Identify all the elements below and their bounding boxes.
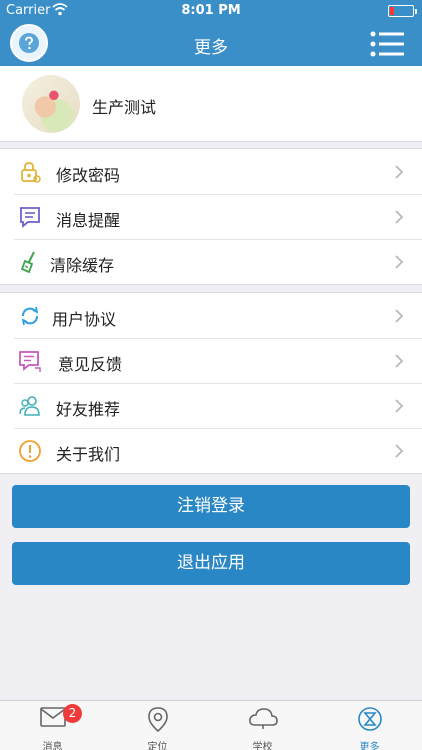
hourglass-icon [357, 707, 382, 731]
chevron-right-icon [395, 165, 404, 179]
clear-cache-item[interactable]: 清除缓存 [0, 239, 422, 284]
user-agreement-label: 用户协议 [52, 310, 117, 329]
tab-location[interactable]: 定位 [105, 701, 210, 750]
refresh-icon [21, 306, 39, 326]
unread-badge: 2 [63, 704, 82, 723]
tab-more[interactable]: 更多 [317, 701, 422, 750]
logout-button[interactable]: 注销登录 [12, 485, 410, 528]
cloud-icon [248, 708, 278, 729]
clock: 8:01 PM [181, 3, 241, 18]
tab-more-label: 更多 [359, 742, 380, 750]
chevron-right-icon [395, 309, 404, 323]
recommend-friends-label: 好友推荐 [56, 400, 121, 419]
exit-app-button[interactable]: 退出应用 [12, 542, 410, 585]
change-password-item[interactable]: 修改密码 [0, 149, 422, 194]
feedback-icon [19, 351, 41, 372]
change-password-label: 修改密码 [56, 166, 121, 185]
chevron-right-icon [395, 444, 404, 458]
page-title: 更多 [194, 38, 228, 58]
profile-card[interactable]: 生产测试 [0, 66, 422, 142]
tab-messages[interactable]: 2 消息 [0, 701, 105, 750]
profile-name: 生产测试 [92, 98, 157, 117]
settings-group: 修改密码 消息提醒 清除缓存 [0, 148, 422, 285]
nav-bar: 更多 [0, 22, 422, 66]
lock-icon [21, 162, 41, 183]
feedback-item[interactable]: 意见反馈 [0, 338, 422, 383]
mail-icon [39, 707, 66, 727]
tab-school[interactable]: 学校 [210, 701, 315, 750]
info-icon [19, 440, 41, 462]
chevron-right-icon [395, 255, 404, 269]
tab-messages-label: 消息 [42, 742, 63, 750]
chevron-right-icon [395, 210, 404, 224]
chevron-right-icon [395, 399, 404, 413]
info-group: 用户协议 意见反馈 好友推荐 关于我们 [0, 292, 422, 474]
tab-bar: 2 消息 定位 学校 更多 [0, 700, 422, 750]
list-menu-icon[interactable] [370, 30, 404, 58]
message-reminder-item[interactable]: 消息提醒 [0, 194, 422, 239]
user-agreement-item[interactable]: 用户协议 [0, 293, 422, 338]
broom-icon [20, 251, 35, 274]
about-us-item[interactable]: 关于我们 [0, 428, 422, 473]
friends-icon [19, 396, 40, 416]
message-icon [20, 207, 40, 228]
avatar [22, 75, 80, 133]
about-us-label: 关于我们 [56, 445, 121, 464]
clear-cache-label: 清除缓存 [50, 256, 115, 275]
location-pin-icon [147, 707, 168, 733]
battery-icon [388, 5, 417, 17]
feedback-label: 意见反馈 [58, 355, 123, 374]
message-reminder-label: 消息提醒 [56, 211, 121, 230]
tab-school-label: 学校 [252, 742, 273, 750]
recommend-friends-item[interactable]: 好友推荐 [0, 383, 422, 428]
chevron-right-icon [395, 354, 404, 368]
tab-location-label: 定位 [147, 742, 168, 750]
status-bar: Carrier 8:01 PM [0, 0, 422, 22]
